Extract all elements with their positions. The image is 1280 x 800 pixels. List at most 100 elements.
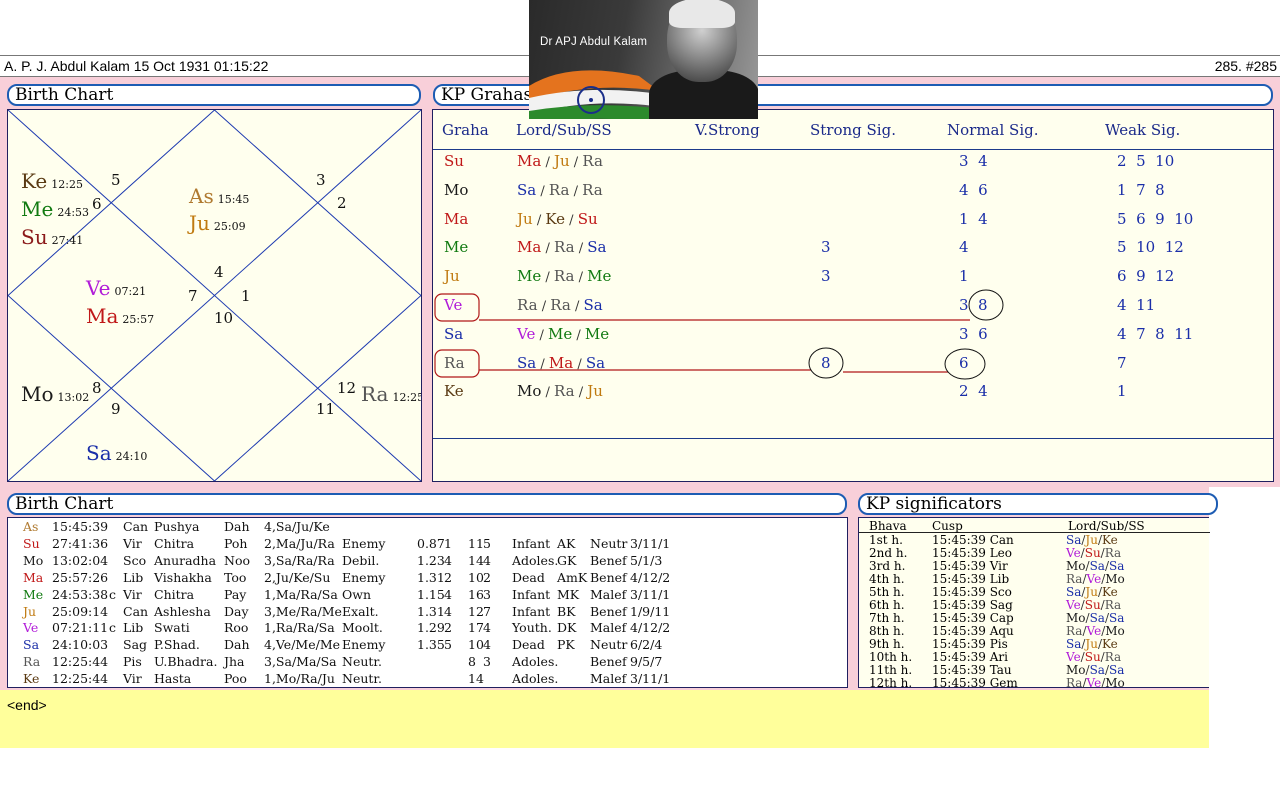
birth-table-cell: Ju bbox=[23, 603, 37, 619]
birth-table-cell: 4 bbox=[444, 603, 452, 619]
birth-table-cell: c bbox=[109, 620, 117, 636]
birth-table-cell: Vir bbox=[123, 671, 142, 687]
birth-table-cell: 10 bbox=[468, 637, 484, 653]
sig-lord-sub-ss: Ve/Su/Ra bbox=[1066, 650, 1122, 664]
birth-table-cell: 2 bbox=[483, 569, 491, 585]
birth-table-cell: MK bbox=[557, 586, 580, 602]
birth-table-cell: Can bbox=[123, 603, 149, 619]
birth-table-title: Birth Chart bbox=[7, 493, 847, 515]
sig-bhava: 5th h. bbox=[869, 585, 905, 599]
birth-table-cell: 1.31 bbox=[417, 569, 445, 585]
birth-table-cell: 4 bbox=[444, 586, 452, 602]
birth-table-cell: 12 bbox=[468, 603, 484, 619]
birth-table-cell: Su bbox=[23, 535, 40, 551]
record-number: 285. #285 bbox=[1214, 58, 1277, 74]
birth-table-cell: 1.35 bbox=[417, 637, 445, 653]
sig-bhava: 6th h. bbox=[869, 598, 905, 612]
sig-lord-sub-ss: Ra/Ve/Mo bbox=[1066, 572, 1125, 586]
sig-lord-item: Sa bbox=[1089, 663, 1105, 677]
birth-table-cell: 3 bbox=[483, 586, 491, 602]
birth-table-cell: 3/11/1 bbox=[630, 535, 671, 551]
sig-lord-item: Ve bbox=[1066, 650, 1081, 664]
birth-table-cell: Benef bbox=[590, 552, 627, 568]
birth-table-cell: 1.23 bbox=[417, 552, 445, 568]
sig-lord-item: Ve bbox=[1086, 572, 1102, 586]
annotation-circle bbox=[808, 347, 844, 379]
birth-table-cell: 5/1/3 bbox=[630, 552, 663, 568]
sig-lord-item: Ra bbox=[1104, 598, 1122, 612]
birth-table-cell: Dah bbox=[224, 519, 250, 534]
birth-table-cell: Pushya bbox=[154, 519, 200, 534]
birth-table-cell: 4/12/2 bbox=[630, 620, 671, 636]
birth-table-cell: Day bbox=[224, 603, 249, 619]
birth-table-cell: Exalt. bbox=[342, 603, 379, 619]
sig-lord-item: Sa bbox=[1066, 637, 1082, 651]
kp-significators-title: KP significators bbox=[858, 493, 1218, 515]
sig-lord-item: Ve bbox=[1086, 624, 1102, 638]
birth-table-cell: Roo bbox=[224, 620, 249, 636]
sig-bhava: 7th h. bbox=[869, 611, 905, 625]
sig-lord-item: Ve bbox=[1066, 546, 1081, 560]
birth-table-cell: 4,Ve/Me/Me bbox=[264, 637, 341, 653]
birth-table-cell: Infant bbox=[512, 535, 551, 551]
birth-table-cell: Jha bbox=[224, 654, 245, 670]
birth-table-cell: Malef bbox=[590, 620, 627, 636]
birth-table-cell: As bbox=[23, 519, 39, 534]
birth-table-cell: 15:45:39 bbox=[52, 519, 109, 534]
house-number: 9 bbox=[111, 400, 121, 418]
birth-table-cell: Moolt. bbox=[342, 620, 383, 636]
birth-table-cell: Adoles. bbox=[512, 654, 559, 670]
birth-table-cell: 1.31 bbox=[417, 603, 445, 619]
annotation-circle bbox=[968, 289, 1004, 321]
birth-table-cell: Vir bbox=[123, 586, 142, 602]
birth-table-cell: Neutr. bbox=[342, 671, 382, 687]
birth-table-cell: 16 bbox=[468, 586, 484, 602]
birth-table-cell: Vishakha bbox=[154, 569, 212, 585]
house-number: 7 bbox=[188, 287, 198, 305]
birth-table-cell: Youth. bbox=[512, 620, 552, 636]
house-number: 1 bbox=[241, 287, 251, 305]
sig-lord-item: Ke bbox=[1102, 585, 1118, 599]
planet-ju: Ju 25:09 bbox=[187, 211, 246, 235]
end-marker: <end> bbox=[7, 697, 47, 713]
birth-table-cell: Own bbox=[342, 586, 371, 602]
sig-bhava: 9th h. bbox=[869, 637, 905, 651]
sig-lord-item: Mo bbox=[1066, 611, 1086, 625]
birth-table-cell: BK bbox=[557, 603, 576, 619]
portrait-hair bbox=[669, 0, 735, 28]
sig-lord-sub-ss: Sa/Ju/Ke bbox=[1066, 637, 1118, 651]
birth-table-cell: 12:25:44 bbox=[52, 654, 109, 670]
birth-table-cell: Benef bbox=[590, 654, 627, 670]
birth-table-cell: 24:10:03 bbox=[52, 637, 109, 653]
birth-table-cell: Vir bbox=[123, 535, 142, 551]
flag-brush-stroke bbox=[529, 70, 659, 119]
birth-chart-title-text: Birth Chart bbox=[15, 85, 114, 105]
birth-table-cell: 8 bbox=[468, 654, 476, 670]
birth-table-cell: 0.87 bbox=[417, 535, 445, 551]
birth-table-cell: 3,Sa/Ma/Sa bbox=[264, 654, 337, 670]
planet-su: Su 27:41 bbox=[21, 225, 83, 249]
sig-lord-item: Ra bbox=[1066, 624, 1083, 638]
birth-table-cell: Adoles. bbox=[512, 671, 559, 687]
house-number: 2 bbox=[337, 194, 347, 212]
sig-lord-item: Ra bbox=[1104, 650, 1122, 664]
sig-lord-item: Mo bbox=[1066, 663, 1086, 677]
sig-lord-item: Su bbox=[1084, 650, 1101, 664]
birth-table-cell: Dah bbox=[224, 637, 250, 653]
sig-lord-item: Sa bbox=[1108, 559, 1125, 573]
birth-table-cell: Sag bbox=[123, 637, 148, 653]
birth-table-cell: 2,Ma/Ju/Ra bbox=[264, 535, 335, 551]
sig-cusp: 15:45:39 Aqu bbox=[932, 624, 1014, 638]
house-number: 5 bbox=[111, 171, 121, 189]
birth-table-cell: 1 bbox=[444, 535, 452, 551]
birth-table-cell: Infant bbox=[512, 586, 551, 602]
kp-significators-title-text: KP significators bbox=[866, 494, 1002, 514]
birth-table-cell: c bbox=[109, 586, 117, 602]
sig-lord-item: Ra bbox=[1066, 676, 1083, 690]
sig-lord-sub-ss: Mo/Sa/Sa bbox=[1066, 611, 1125, 625]
birth-table-cell: GK bbox=[557, 552, 577, 568]
annotation-overlay bbox=[434, 289, 1004, 380]
birth-table-cell: Chitra bbox=[154, 586, 195, 602]
birth-table-cell: Ashlesha bbox=[154, 603, 211, 619]
sig-lord-item: Mo bbox=[1105, 676, 1125, 690]
